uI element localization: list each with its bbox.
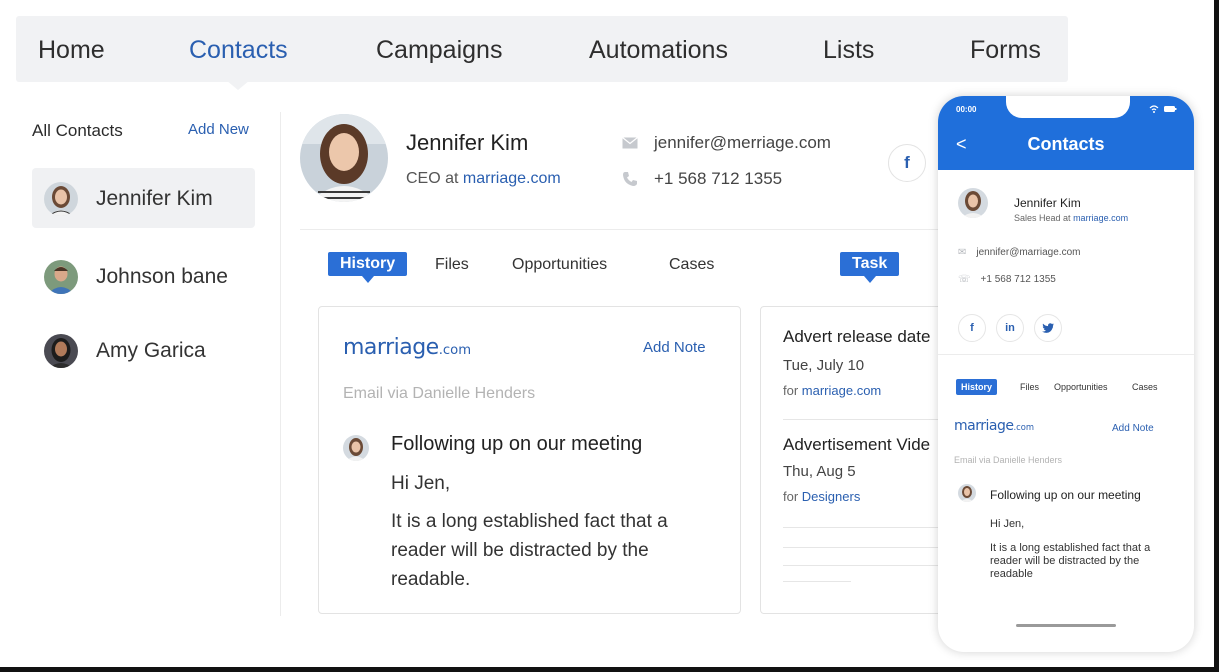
contact-name: Jennifer Kim [96, 187, 213, 210]
tab-files[interactable]: Files [1020, 382, 1039, 392]
sidebar-title: All Contacts [32, 121, 123, 140]
tab-cases[interactable]: Cases [669, 256, 714, 274]
nav-active-caret [226, 80, 250, 90]
avatar [44, 260, 78, 294]
facebook-icon[interactable]: f [888, 144, 926, 182]
avatar [44, 334, 78, 368]
tab-opportunities[interactable]: Opportunities [1054, 382, 1108, 392]
phone-value[interactable]: +1 568 712 1355 [981, 274, 1056, 285]
placeholder-line [783, 527, 953, 528]
nav-item-home[interactable]: Home [38, 36, 105, 65]
add-new-contact-link[interactable]: Add New [188, 121, 249, 138]
phone-notch [1006, 96, 1130, 118]
task-divider [783, 419, 953, 420]
frame-border [0, 667, 1219, 672]
email-subject[interactable]: Following up on our meeting [391, 433, 642, 456]
task-card: Advert release date Tue, July 10 for mar… [760, 306, 960, 614]
task-for-link[interactable]: Designers [802, 489, 861, 504]
email-value[interactable]: jennifer@marriage.com [976, 247, 1080, 258]
phone-value[interactable]: +1 568 712 1355 [654, 169, 782, 189]
status-time: 00:00 [956, 105, 977, 114]
frame-border [1214, 0, 1219, 672]
mail-icon [622, 133, 642, 154]
phone-contact-role: Sales Head at marriage.com [1014, 213, 1129, 223]
role-text: CEO at [406, 170, 459, 187]
wifi-battery-icon [1148, 104, 1178, 116]
task-date: Tue, July 10 [783, 357, 865, 374]
phone-mockup: 00:00 < Contacts Jennifer Kim Sales Head… [938, 96, 1194, 652]
nav-item-contacts[interactable]: Contacts [189, 36, 288, 65]
nav-item-forms[interactable]: Forms [970, 36, 1041, 65]
add-note-button[interactable]: Add Note [1112, 423, 1154, 434]
mail-icon: ✉ [958, 247, 967, 258]
contact-list-item[interactable]: Jennifer Kim [32, 168, 255, 228]
email-via-text: Email via Danielle Henders [954, 455, 1063, 465]
header-divider [300, 229, 940, 230]
phone-title: Contacts [1027, 134, 1105, 154]
email-greeting: Hi Jen, [391, 473, 451, 494]
contact-name: Amy Garica [96, 339, 206, 362]
nav-item-lists[interactable]: Lists [823, 36, 874, 65]
history-card: marriage.com Add Note Email via Danielle… [318, 306, 741, 614]
task-for-link[interactable]: marriage.com [802, 383, 881, 398]
twitter-icon[interactable] [1034, 314, 1062, 342]
placeholder-line [783, 565, 953, 566]
task-for: for Designers [783, 489, 861, 504]
task-title[interactable]: Advert release date [783, 327, 930, 347]
tab-task[interactable]: Task [840, 252, 900, 283]
task-title[interactable]: Advertisement Vide [783, 435, 930, 455]
tab-opportunities[interactable]: Opportunities [512, 256, 607, 274]
nav-item-campaigns[interactable]: Campaigns [376, 36, 502, 65]
sidebar-divider [280, 112, 281, 616]
top-nav: Home Contacts Campaigns Automations List… [16, 16, 1068, 82]
avatar [958, 484, 976, 502]
app-window: Home Contacts Campaigns Automations List… [0, 0, 1219, 672]
avatar [44, 182, 78, 216]
profile-avatar [300, 114, 388, 202]
phone-icon [622, 169, 642, 192]
profile-role: CEO at marriage.com [406, 170, 561, 188]
tab-history[interactable]: History [956, 379, 998, 395]
placeholder-line [783, 547, 953, 548]
linkedin-icon[interactable]: in [996, 314, 1024, 342]
phone-contact-name: Jennifer Kim [1014, 196, 1081, 210]
email-body: It is a long established fact that a rea… [990, 542, 1151, 580]
task-date: Thu, Aug 5 [783, 463, 856, 480]
tab-files[interactable]: Files [435, 256, 469, 274]
task-for: for marriage.com [783, 383, 882, 398]
email-greeting: Hi Jen, [990, 518, 1025, 530]
email-value[interactable]: jennifer@merriage.com [654, 133, 831, 153]
tab-history[interactable]: History [328, 252, 408, 283]
home-indicator [1016, 624, 1116, 627]
facebook-icon[interactable]: f [958, 314, 986, 342]
contact-list-item[interactable]: Amy Garica [32, 320, 255, 380]
add-note-button[interactable]: Add Note [643, 339, 706, 356]
phone-phone-line: ☏ +1 568 712 1355 [958, 274, 1056, 285]
company-link[interactable]: marriage.com [463, 170, 561, 187]
company-link[interactable]: marriage.com [1073, 213, 1128, 223]
nav-item-automations[interactable]: Automations [589, 36, 728, 65]
phone-email-line: ✉ jennifer@marriage.com [958, 247, 1080, 258]
contact-name: Johnson bane [96, 265, 228, 288]
email-body: It is a long established fact that a rea… [391, 511, 668, 590]
placeholder-line [783, 581, 851, 582]
avatar [958, 188, 988, 218]
tab-cases[interactable]: Cases [1132, 382, 1158, 392]
marriage-logo: marriage.com [343, 335, 472, 360]
email-subject[interactable]: Following up on our meeting [990, 488, 1141, 502]
phone-header: 00:00 < Contacts [938, 96, 1194, 170]
marriage-logo: marriage.com [954, 418, 1035, 434]
phone-icon: ☏ [958, 274, 971, 285]
phone-divider [938, 354, 1194, 355]
contact-list-item[interactable]: Johnson bane [32, 246, 255, 306]
profile-name: Jennifer Kim [406, 130, 529, 155]
avatar [343, 435, 369, 461]
email-via-text: Email via Danielle Henders [343, 385, 536, 402]
